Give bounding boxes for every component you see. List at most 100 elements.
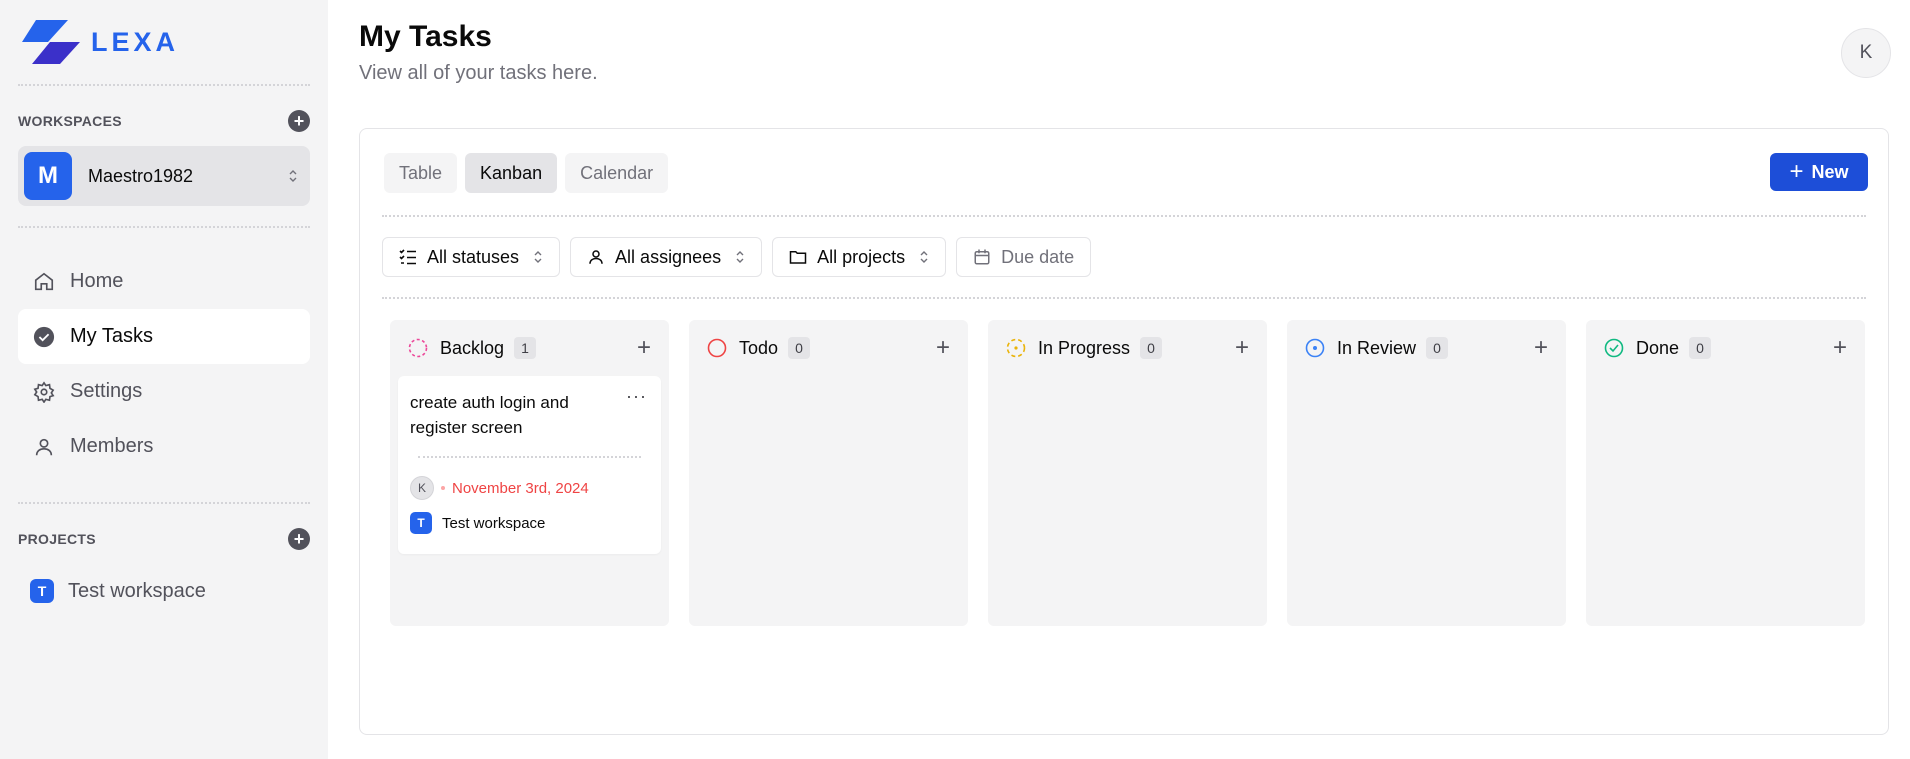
workspaces-title: WORKSPACES [18, 113, 122, 129]
add-task-button[interactable]: + [1833, 336, 1847, 360]
circle-check-icon [1604, 338, 1624, 358]
divider [18, 84, 310, 86]
view-tabs: Table Kanban Calendar [384, 153, 669, 193]
gear-icon [32, 380, 56, 404]
new-task-label: New [1811, 161, 1849, 182]
circle-icon [707, 338, 727, 358]
add-task-button[interactable]: + [637, 336, 651, 360]
new-task-button[interactable]: + New [1770, 153, 1868, 191]
column-title: In Review [1337, 337, 1417, 358]
projects-header: PROJECTS + [18, 522, 310, 556]
due-date-filter[interactable]: Due date [956, 237, 1092, 277]
project-filter[interactable]: All projects [772, 237, 947, 277]
column-header: In Progress 0 + [988, 320, 1267, 376]
logo[interactable]: LEXA [18, 0, 310, 84]
task-title: create auth login and register screen [410, 393, 569, 437]
folder-icon [789, 248, 807, 266]
assignee-filter-label: All assignees [615, 246, 722, 267]
column-count-badge: 0 [1140, 337, 1163, 359]
project-filter-label: All projects [817, 246, 906, 267]
add-project-button[interactable]: + [288, 528, 310, 550]
chevron-up-down-icon [533, 250, 543, 264]
sidebar: LEXA WORKSPACES + M Maestro1982 Home My … [0, 0, 328, 759]
sidebar-project-item[interactable]: T Test workspace [18, 566, 310, 616]
sidebar-item-label: My Tasks [70, 325, 153, 347]
add-task-button[interactable]: + [1534, 336, 1548, 360]
dotted-circle-icon [1006, 338, 1026, 358]
chevron-up-down-icon [288, 168, 298, 184]
project-avatar: T [410, 512, 432, 534]
status-filter-label: All statuses [427, 246, 520, 267]
filters-bar: All statuses All assignees All projects [382, 237, 1092, 277]
sidebar-item-settings[interactable]: Settings [18, 364, 310, 419]
status-filter[interactable]: All statuses [382, 237, 561, 277]
column-header: Todo 0 + [689, 320, 968, 376]
tasks-panel: Table Kanban Calendar + New All statuses [359, 128, 1889, 735]
kanban-column-backlog: Backlog 1 + create auth login and regist… [390, 320, 669, 626]
sidebar-item-home[interactable]: Home [18, 254, 310, 309]
divider [18, 226, 310, 228]
kanban-column-in-progress: In Progress 0 + [988, 320, 1267, 626]
task-due-date: November 3rd, 2024 [452, 479, 589, 497]
column-title: Backlog [440, 337, 505, 358]
more-options-icon[interactable]: ··· [626, 386, 647, 407]
add-task-button[interactable]: + [936, 336, 950, 360]
add-workspace-button[interactable]: + [288, 110, 310, 132]
column-header: In Review 0 + [1287, 320, 1566, 376]
page-subtitle: View all of your tasks here. [359, 62, 598, 84]
due-date-filter-label: Due date [1001, 246, 1075, 267]
page-title: My Tasks [359, 20, 492, 53]
workspace-switcher[interactable]: M Maestro1982 [18, 146, 310, 206]
column-title: Todo [739, 337, 779, 358]
task-card[interactable]: create auth login and register screen ··… [398, 376, 661, 554]
column-count-badge: 0 [788, 337, 811, 359]
assignee-filter[interactable]: All assignees [570, 237, 763, 277]
calendar-icon [973, 248, 991, 266]
workspace-avatar: M [24, 152, 72, 200]
column-count-badge: 1 [514, 337, 537, 359]
user-icon [32, 435, 56, 459]
workspace-name: Maestro1982 [88, 165, 194, 186]
separator-dot [441, 486, 445, 490]
column-header: Done 0 + [1586, 320, 1865, 376]
workspaces-header: WORKSPACES + [18, 104, 310, 138]
divider [382, 215, 1866, 217]
project-avatar: T [30, 579, 54, 603]
sidebar-item-my-tasks[interactable]: My Tasks [18, 309, 310, 364]
user-avatar[interactable]: K [1841, 28, 1891, 78]
chevron-up-down-icon [919, 250, 929, 264]
user-icon [587, 248, 605, 266]
kanban-column-done: Done 0 + [1586, 320, 1865, 626]
column-count-badge: 0 [1689, 337, 1712, 359]
dashed-circle-icon [408, 338, 428, 358]
kanban-column-in-review: In Review 0 + [1287, 320, 1566, 626]
check-circle-icon [32, 325, 56, 349]
assignee-avatar: K [410, 476, 434, 500]
home-icon [32, 270, 56, 294]
tab-kanban[interactable]: Kanban [465, 153, 558, 193]
add-task-button[interactable]: + [1235, 336, 1249, 360]
tab-table[interactable]: Table [384, 153, 458, 193]
list-check-icon [399, 248, 417, 266]
chevron-up-down-icon [735, 250, 745, 264]
column-count-badge: 0 [1426, 337, 1449, 359]
divider [418, 456, 641, 458]
projects-title: PROJECTS [18, 531, 96, 547]
circle-dot-icon [1305, 338, 1325, 358]
divider [382, 297, 1866, 299]
column-header: Backlog 1 + [390, 320, 669, 376]
tab-calendar[interactable]: Calendar [565, 153, 669, 193]
column-title: Done [1636, 337, 1680, 358]
kanban-board: Backlog 1 + create auth login and regist… [390, 320, 1865, 626]
column-title: In Progress [1038, 337, 1131, 358]
project-name: Test workspace [442, 514, 546, 532]
sidebar-item-label: Home [70, 270, 124, 292]
main-content: My Tasks View all of your tasks here. K … [328, 0, 1910, 759]
lexa-logo-icon [22, 20, 80, 64]
sidebar-nav: Home My Tasks Settings Members [18, 254, 310, 474]
sidebar-item-members[interactable]: Members [18, 419, 310, 474]
kanban-column-todo: Todo 0 + [689, 320, 968, 626]
plus-icon: + [1789, 158, 1804, 185]
divider [18, 502, 310, 504]
sidebar-item-label: Members [70, 435, 154, 457]
